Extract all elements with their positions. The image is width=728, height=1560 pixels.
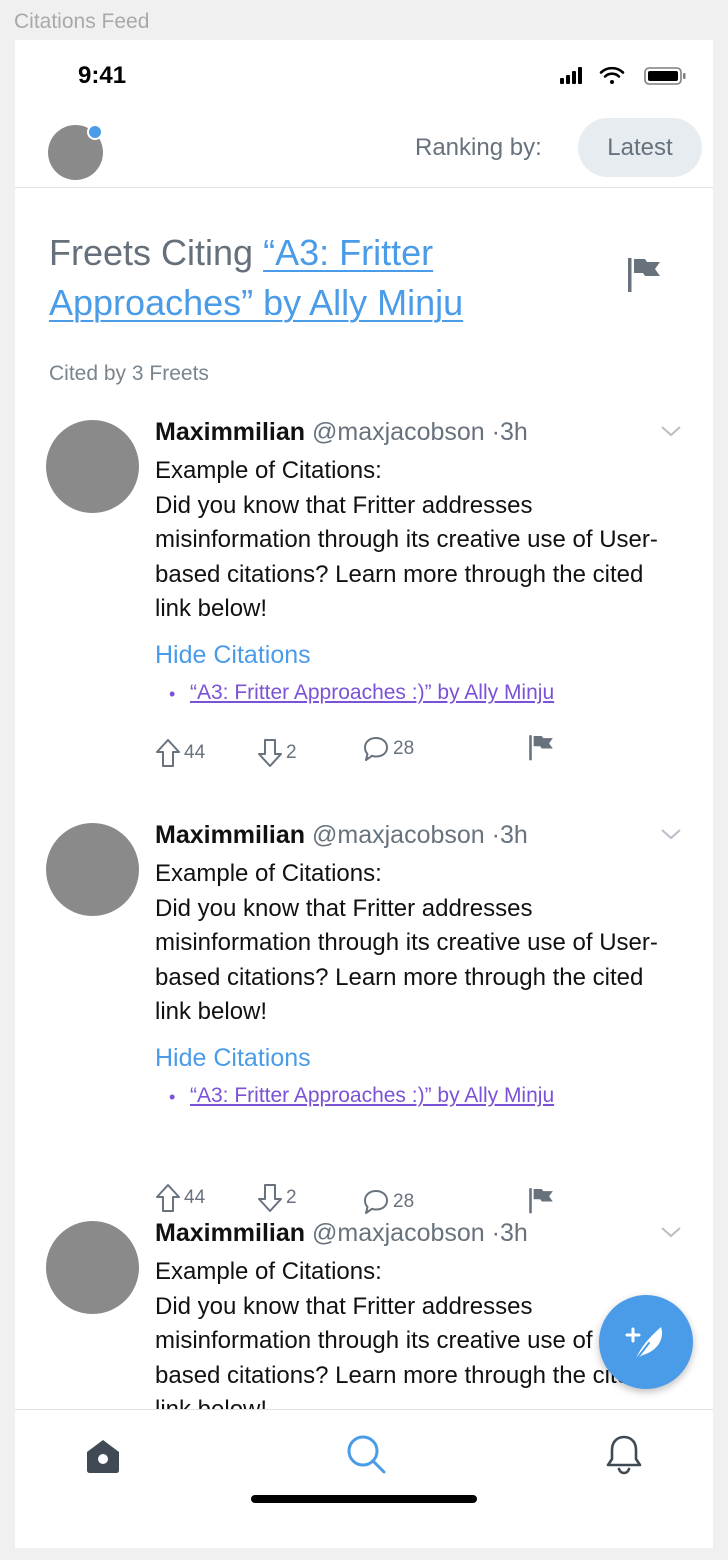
comment-button[interactable]: 28 [362, 732, 414, 766]
flag-button[interactable] [527, 730, 555, 764]
freet-header: Maximmilian @maxjacobson ·3h [155, 418, 528, 447]
comment-count: 28 [393, 738, 415, 759]
cellular-signal-icon [560, 67, 582, 84]
author-name[interactable]: Maximmilian [155, 418, 305, 446]
flag-icon [529, 1188, 553, 1214]
upvote-button[interactable]: 44 [155, 736, 205, 770]
chevron-down-icon[interactable] [660, 424, 682, 438]
hide-citations-button[interactable]: Hide Citations [155, 1044, 311, 1073]
bullet: • [169, 684, 176, 704]
wifi-icon [599, 66, 625, 84]
window-title: Citations Feed [14, 10, 150, 33]
freet-text-line: Example of Citations: [155, 1258, 382, 1285]
freet-time: ·3h [491, 1221, 528, 1247]
freet-body: Example of Citations: Did you know that … [155, 857, 685, 1030]
header-divider [15, 187, 713, 188]
comment-icon [364, 737, 388, 761]
downvote-count: 2 [286, 1187, 297, 1208]
downvote-button[interactable]: 2 [257, 1181, 297, 1215]
upvote-count: 44 [184, 742, 206, 763]
ranking-label: Ranking by: [415, 134, 542, 161]
notification-dot [87, 124, 103, 140]
cited-count: Cited by 3 Freets [49, 362, 209, 385]
author-name[interactable]: Maximmilian [155, 821, 305, 849]
bullet: • [169, 1087, 176, 1107]
freet-card: Maximmilian @maxjacobson ·3h Example of … [15, 418, 713, 820]
status-icons [560, 66, 686, 85]
freet-text: Did you know that Fritter addresses misi… [155, 894, 658, 1026]
battery-icon [644, 67, 686, 85]
author-avatar[interactable] [46, 420, 139, 513]
citation-link[interactable]: “A3: Fritter Approaches :)” by Ally Minj… [190, 1084, 554, 1108]
arrow-up-icon [156, 739, 180, 767]
flag-button[interactable] [527, 1183, 555, 1217]
author-handle[interactable]: @maxjacobson [312, 1221, 485, 1247]
freet-text: Did you know that Fritter addresses misi… [155, 491, 658, 623]
freet-text-line: Example of Citations: [155, 457, 382, 484]
upvote-count: 44 [184, 1187, 206, 1208]
upvote-button[interactable]: 44 [155, 1181, 205, 1215]
comment-count: 28 [393, 1191, 415, 1212]
phone-screen: 9:41 Ranking by: Latest Freets Citing “A… [15, 40, 713, 1548]
status-time: 9:41 [78, 62, 127, 89]
chevron-down-icon[interactable] [660, 1225, 682, 1239]
page-title-prefix: Freets Citing [49, 232, 264, 273]
author-name[interactable]: Maximmilian [155, 1221, 305, 1247]
author-avatar[interactable] [46, 823, 139, 916]
arrow-down-icon [258, 739, 282, 767]
compose-feather-icon [625, 1327, 663, 1362]
page-title: Freets Citing “A3: Fritter Approaches” b… [49, 228, 589, 328]
comment-icon [364, 1190, 388, 1214]
freet-body: Example of Citations: Did you know that … [155, 454, 685, 627]
author-handle[interactable]: @maxjacobson [312, 821, 485, 849]
chevron-down-icon[interactable] [660, 827, 682, 841]
home-icon[interactable] [81, 1432, 125, 1476]
citation-link[interactable]: “A3: Fritter Approaches :)” by Ally Minj… [190, 681, 554, 705]
freet-text-line: Example of Citations: [155, 860, 382, 887]
freet-time: ·3h [491, 821, 528, 849]
arrow-up-icon [156, 1184, 180, 1212]
hide-citations-button[interactable]: Hide Citations [155, 641, 311, 670]
home-indicator[interactable] [251, 1495, 477, 1503]
freet-header: Maximmilian @maxjacobson ·3h [155, 821, 528, 850]
downvote-count: 2 [286, 742, 297, 763]
ranking-dropdown[interactable]: Latest [578, 118, 702, 177]
bell-icon[interactable] [602, 1432, 646, 1476]
freet-card: Maximmilian @maxjacobson ·3h Example of … [15, 821, 713, 1223]
search-icon[interactable] [344, 1432, 388, 1476]
downvote-button[interactable]: 2 [257, 736, 297, 770]
freet-time: ·3h [491, 418, 528, 446]
flag-icon [529, 735, 553, 761]
tab-bar [15, 1409, 713, 1548]
comment-button[interactable]: 28 [362, 1185, 414, 1219]
compose-button[interactable] [599, 1295, 693, 1389]
author-handle[interactable]: @maxjacobson [312, 418, 485, 446]
freet-header: Maximmilian @maxjacobson ·3h [155, 1221, 528, 1248]
arrow-down-icon [258, 1184, 282, 1212]
flag-icon[interactable] [625, 255, 663, 293]
author-avatar[interactable] [46, 1221, 139, 1314]
